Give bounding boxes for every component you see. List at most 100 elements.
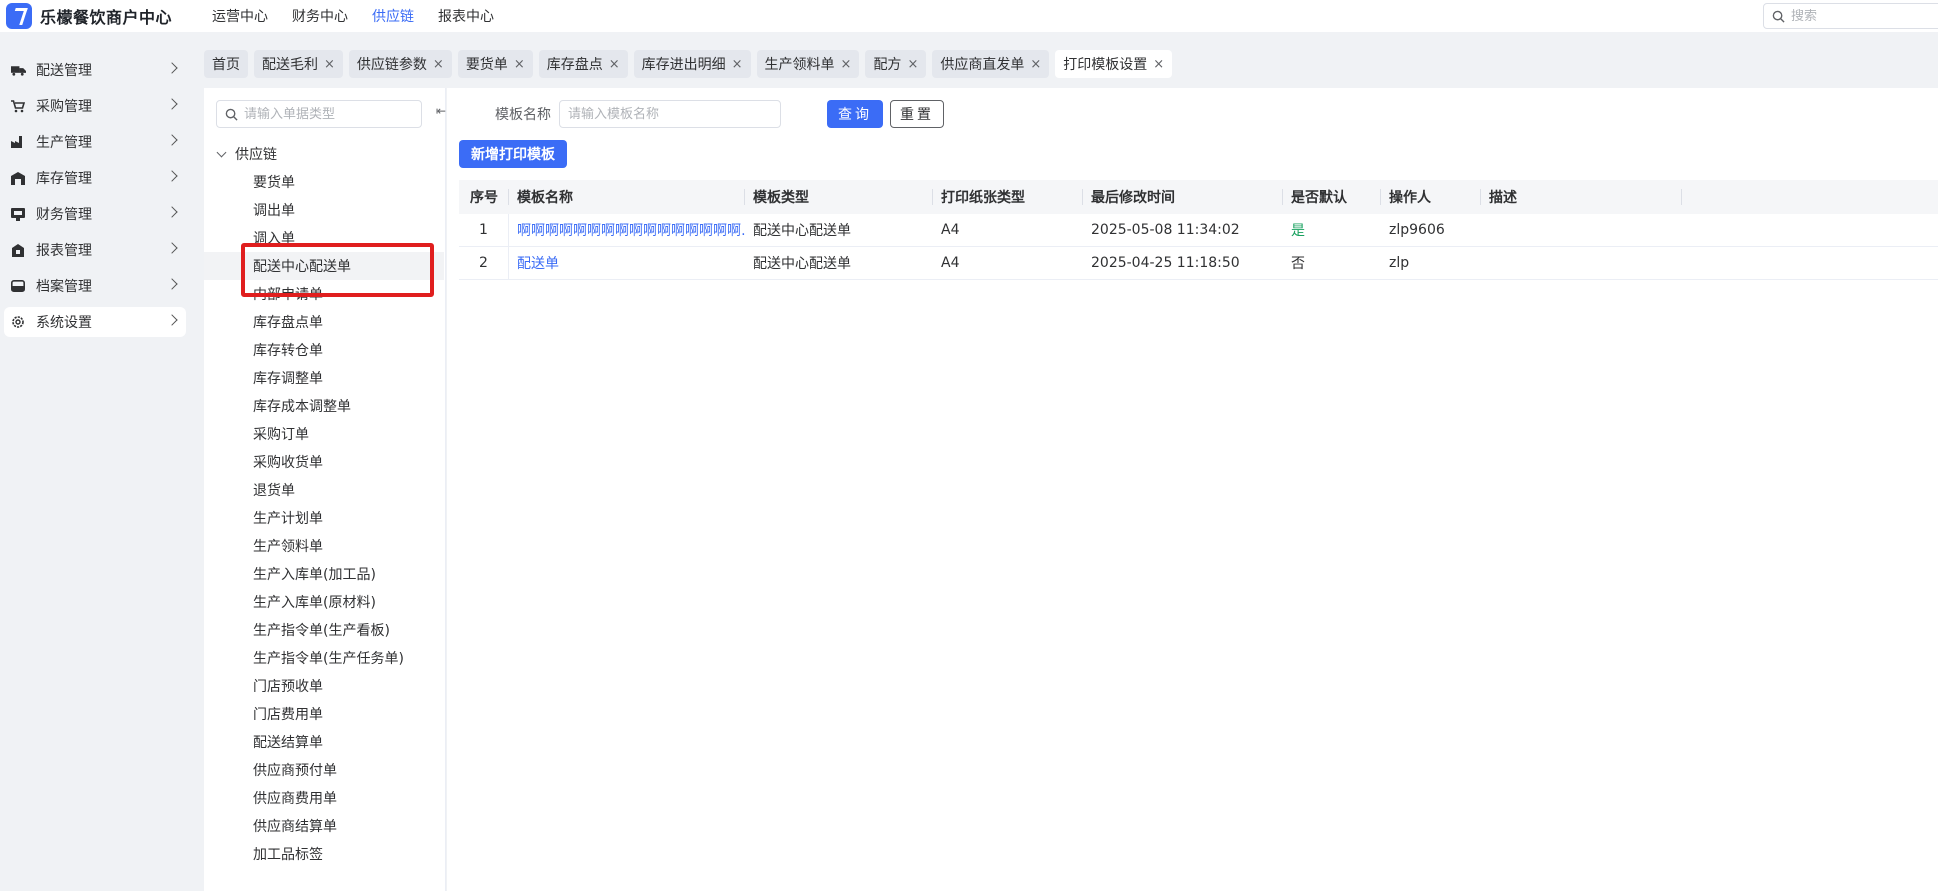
tree-item[interactable]: 采购收货单 [204,448,444,476]
tab-label: 库存进出明细 [641,57,726,73]
cell-template-name-link[interactable]: 配送单 [509,247,745,279]
tab-production-picking[interactable]: 生产领料单 × [756,50,860,78]
tree-item[interactable]: 库存转仓单 [204,336,444,364]
top-bar: 乐檬餐饮商户中心 运营中心 财务中心 供应链 报表中心 [0,0,1938,32]
close-icon[interactable]: × [732,57,743,72]
sidebar-item-delivery[interactable]: 配送管理 [4,55,186,85]
tab-home[interactable]: 首页 [204,50,248,78]
sidebar-item-label: 库存管理 [36,171,92,187]
close-icon[interactable]: × [841,57,852,72]
chevron-right-icon [166,242,178,254]
cart-icon [10,99,26,113]
tree-item[interactable]: 供应商结算单 [204,812,444,840]
topnav-item-operations[interactable]: 运营中心 [212,6,268,26]
sidebar-item-reports[interactable]: 报表管理 [4,235,186,265]
app-logo[interactable]: 乐檬餐饮商户中心 [0,3,200,29]
tree-item[interactable]: 要货单 [204,168,444,196]
cell-modified-time: 2025-05-08 11:34:02 [1091,222,1240,238]
tree-item[interactable]: 供应商费用单 [204,784,444,812]
tab-stock-movement[interactable]: 库存进出明细 × [633,50,751,78]
tree-item[interactable]: 加工品标签 [204,840,444,868]
template-name-input[interactable] [559,100,781,128]
tree-item[interactable]: 门店预收单 [204,672,444,700]
logo-icon [6,3,32,29]
tree-item[interactable]: 退货单 [204,476,444,504]
tab-supplier-direct[interactable]: 供应商直发单 × [932,50,1050,78]
tree-root-label: 供应链 [235,147,277,163]
sidebar-item-inventory[interactable]: 库存管理 [4,163,186,193]
close-icon[interactable]: × [907,57,918,72]
tree-search-input[interactable] [244,106,414,122]
tree-item[interactable]: 配送结算单 [204,728,444,756]
tab-label: 首页 [212,57,240,73]
add-print-template-button[interactable]: 新增打印模板 [459,140,567,168]
tree-item[interactable]: 库存调整单 [204,364,444,392]
tab-print-template-settings[interactable]: 打印模板设置 × [1055,50,1173,78]
sidebar-item-system-settings[interactable]: 系统设置 [4,307,186,337]
tree-item[interactable]: 供应商预付单 [204,756,444,784]
tree-item[interactable]: 库存盘点单 [204,308,444,336]
cell-index: 1 [459,214,509,246]
sidebar-item-finance[interactable]: 财务管理 [4,199,186,229]
topnav-item-supply-chain[interactable]: 供应链 [372,6,414,26]
cell-index: 2 [459,247,509,279]
cell-template-name-link[interactable]: 啊啊啊啊啊啊啊啊啊啊啊啊啊啊啊啊… [509,214,745,246]
template-name-link[interactable]: 配送单 [517,253,559,273]
tree-item[interactable]: 生产入库单(原材料) [204,588,444,616]
query-button[interactable]: 查询 [827,100,883,128]
tree-item[interactable]: 生产指令单(生产看板) [204,616,444,644]
close-icon[interactable]: × [1030,57,1041,72]
table-header: 序号 模板名称 模板类型 打印纸张类型 最后修改时间 是否默认 操作人 描述 [459,180,1938,214]
archive-icon [10,279,26,293]
tree-item[interactable]: 生产入库单(加工品) [204,560,444,588]
tree-item[interactable]: 生产计划单 [204,504,444,532]
top-search-input[interactable] [1791,8,1931,24]
template-name-link[interactable]: 啊啊啊啊啊啊啊啊啊啊啊啊啊啊啊啊… [517,220,745,240]
topnav-item-finance[interactable]: 财务中心 [292,6,348,26]
tree-item[interactable]: 采购订单 [204,420,444,448]
tab-supply-chain-params[interactable]: 供应链参数 × [348,50,452,78]
search-icon [1772,10,1785,23]
sidebar-item-production[interactable]: 生产管理 [4,127,186,157]
column-header: 打印纸张类型 [933,180,1083,214]
table-row: 2 配送单 配送中心配送单 A4 2025-04-25 11:18:50 否 z… [459,247,1938,280]
close-icon[interactable]: × [1153,57,1164,72]
tree-root-supply-chain[interactable]: 供应链 [216,144,277,164]
cell-description [1481,214,1682,246]
warehouse-icon [10,171,26,185]
tree-item[interactable]: 门店费用单 [204,700,444,728]
sidebar-item-label: 报表管理 [36,243,92,259]
cell-paper-type: A4 [941,222,960,238]
cell-paper-type: A4 [941,255,960,271]
close-icon[interactable]: × [514,57,525,72]
cell-operator: zlp9606 [1389,222,1445,238]
tab-recipe[interactable]: 配方 × [865,50,927,78]
close-icon[interactable]: × [433,57,444,72]
tree-item[interactable]: 生产指令单(生产任务单) [204,644,444,672]
column-header: 模板名称 [509,180,745,214]
sidebar: 配送管理 采购管理 生产管理 库存管理 财务管理 报表管理 档案管理 系统设置 [0,52,192,891]
close-icon[interactable]: × [609,57,620,72]
close-icon[interactable]: × [324,57,335,72]
sidebar-item-label: 采购管理 [36,99,92,115]
tab-requisition[interactable]: 要货单 × [457,50,533,78]
default-yes-text: 是 [1291,223,1305,239]
tree-search-box[interactable] [216,100,422,128]
column-header [1682,180,1938,214]
sidebar-item-archive[interactable]: 档案管理 [4,271,186,301]
reset-button[interactable]: 重置 [890,100,944,128]
tab-delivery-margin[interactable]: 配送毛利 × [254,50,343,78]
tab-stocktake[interactable]: 库存盘点 × [538,50,628,78]
table-row: 1 啊啊啊啊啊啊啊啊啊啊啊啊啊啊啊啊… 配送中心配送单 A4 2025-05-0… [459,214,1938,247]
tree-item[interactable]: 库存成本调整单 [204,392,444,420]
tree-item[interactable]: 调出单 [204,196,444,224]
sidebar-item-purchase[interactable]: 采购管理 [4,91,186,121]
topnav-item-reports[interactable]: 报表中心 [438,6,494,26]
cell-is-default: 是 [1283,214,1381,246]
app-title: 乐檬餐饮商户中心 [40,8,173,27]
chevron-right-icon [166,98,178,110]
tree-item[interactable]: 生产领料单 [204,532,444,560]
tab-label: 供应商直发单 [940,57,1025,73]
column-header: 模板类型 [745,180,933,214]
top-search-box[interactable] [1763,3,1938,29]
